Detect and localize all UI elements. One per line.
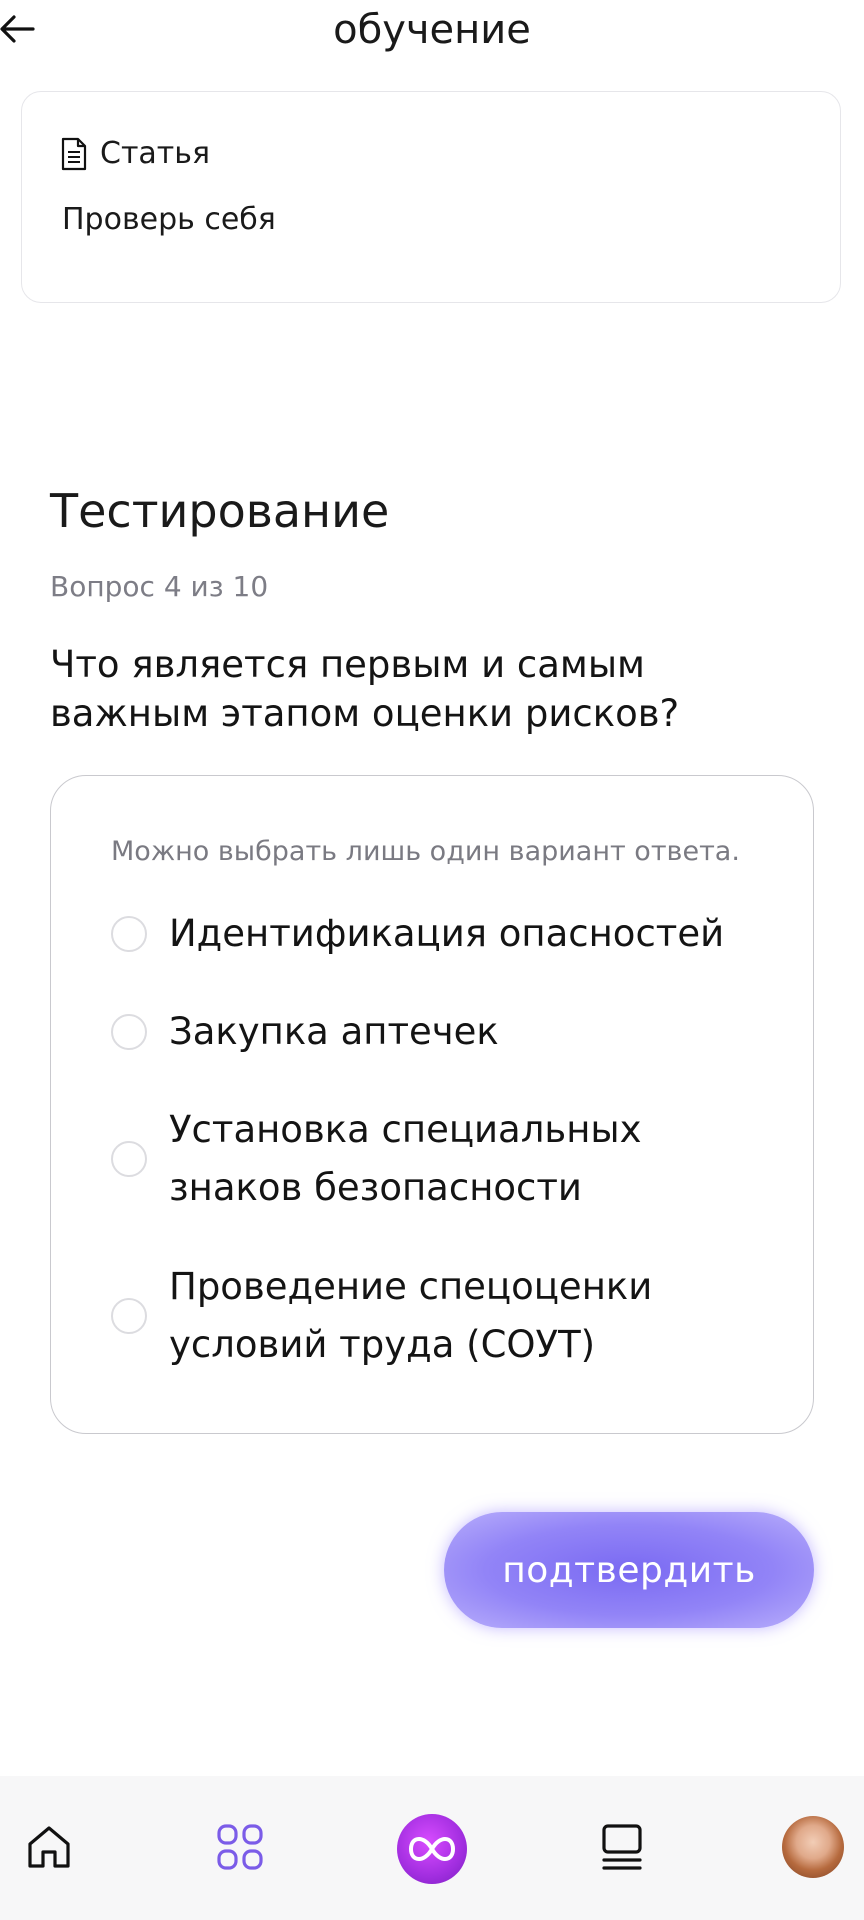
confirm-button[interactable]: подтвердить — [444, 1512, 814, 1628]
radio-button[interactable] — [111, 1141, 147, 1177]
home-icon — [28, 1826, 70, 1868]
test-title: Тестирование — [50, 484, 390, 538]
page-title: обучение — [333, 7, 531, 53]
answers-box: Можно выбрать лишь один вариант ответа. … — [50, 775, 814, 1434]
infinity-icon — [409, 1836, 455, 1862]
grid-icon — [217, 1824, 263, 1870]
answer-option-label: Закупка аптечек — [169, 1010, 499, 1053]
answers-hint: Можно выбрать лишь один вариант ответа. — [111, 836, 740, 867]
bottom-nav — [0, 1776, 864, 1920]
answer-option[interactable]: Проведение спецоценки условий труда (СОУ… — [111, 1258, 739, 1374]
question-text: Что является первым и самым важным этапо… — [50, 643, 680, 735]
nav-courses[interactable] — [587, 1812, 657, 1882]
nav-catalog[interactable] — [205, 1812, 275, 1882]
answer-option[interactable]: Установка специальных знаков безопасност… — [111, 1101, 739, 1217]
radio-button[interactable] — [111, 916, 147, 952]
nav-main-button[interactable] — [397, 1814, 467, 1884]
radio-button[interactable] — [111, 1298, 147, 1334]
answer-option-label: Установка специальных знаков безопасност… — [169, 1108, 642, 1209]
list-icon — [602, 1824, 642, 1870]
material-type-label: Статья — [100, 136, 211, 171]
header: обучение — [0, 0, 864, 70]
material-card[interactable]: Статья Проверь себя — [21, 91, 841, 303]
material-type: Статья — [60, 136, 210, 171]
avatar[interactable] — [782, 1816, 844, 1878]
radio-button[interactable] — [111, 1014, 147, 1050]
question-counter: Вопрос 4 из 10 — [50, 570, 269, 603]
confirm-button-label: подтвердить — [502, 1549, 756, 1591]
document-icon — [61, 137, 87, 170]
nav-home[interactable] — [14, 1812, 84, 1882]
answer-option-label: Проведение спецоценки условий труда (СОУ… — [169, 1265, 653, 1366]
answer-option[interactable]: Закупка аптечек — [111, 1003, 739, 1061]
answer-option-label: Идентификация опасностей — [169, 912, 725, 955]
answer-option[interactable]: Идентификация опасностей — [111, 905, 739, 963]
material-title: Проверь себя — [62, 202, 276, 237]
